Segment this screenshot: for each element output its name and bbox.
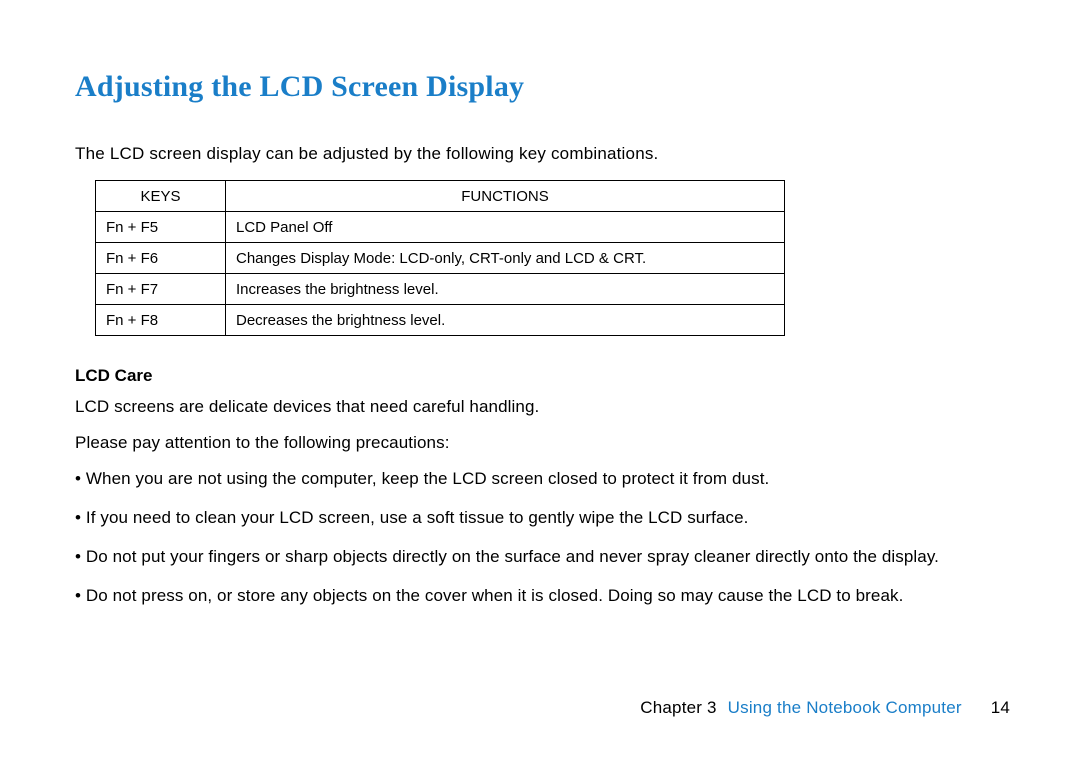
table-row: Fn + F8 Decreases the brightness level. — [96, 305, 785, 336]
table-row: Fn + F7 Increases the brightness level. — [96, 274, 785, 305]
table-row: Fn + F5 LCD Panel Off — [96, 212, 785, 243]
table-cell-keys: Fn + F7 — [96, 274, 226, 305]
footer-chapter-label: Chapter 3 — [640, 698, 716, 717]
document-page: Adjusting the LCD Screen Display The LCD… — [0, 0, 1080, 760]
page-title: Adjusting the LCD Screen Display — [75, 70, 1010, 104]
table-cell-func: Increases the brightness level. — [226, 274, 785, 305]
table-cell-func: LCD Panel Off — [226, 212, 785, 243]
intro-paragraph: The LCD screen display can be adjusted b… — [75, 144, 1010, 164]
lcd-care-line2: Please pay attention to the following pr… — [75, 430, 1010, 456]
table-cell-keys: Fn + F6 — [96, 243, 226, 274]
footer-page-number: 14 — [991, 698, 1010, 717]
page-footer: Chapter 3 Using the Notebook Computer 14 — [640, 698, 1010, 718]
table-row: Fn + F6 Changes Display Mode: LCD-only, … — [96, 243, 785, 274]
table-header-functions: FUNCTIONS — [226, 181, 785, 212]
lcd-care-bullet: • Do not press on, or store any objects … — [75, 582, 1010, 611]
table-cell-keys: Fn + F8 — [96, 305, 226, 336]
table-header-row: KEYS FUNCTIONS — [96, 181, 785, 212]
table-cell-func: Changes Display Mode: LCD-only, CRT-only… — [226, 243, 785, 274]
lcd-care-bullet: • When you are not using the computer, k… — [75, 465, 1010, 494]
key-combinations-table: KEYS FUNCTIONS Fn + F5 LCD Panel Off Fn … — [95, 180, 785, 336]
lcd-care-line1: LCD screens are delicate devices that ne… — [75, 394, 1010, 420]
lcd-care-bullet: • If you need to clean your LCD screen, … — [75, 504, 1010, 533]
footer-chapter-title: Using the Notebook Computer — [728, 698, 962, 717]
table-header-keys: KEYS — [96, 181, 226, 212]
lcd-care-bullet: • Do not put your fingers or sharp objec… — [75, 543, 1010, 572]
table-cell-keys: Fn + F5 — [96, 212, 226, 243]
table-cell-func: Decreases the brightness level. — [226, 305, 785, 336]
lcd-care-heading: LCD Care — [75, 366, 1010, 386]
